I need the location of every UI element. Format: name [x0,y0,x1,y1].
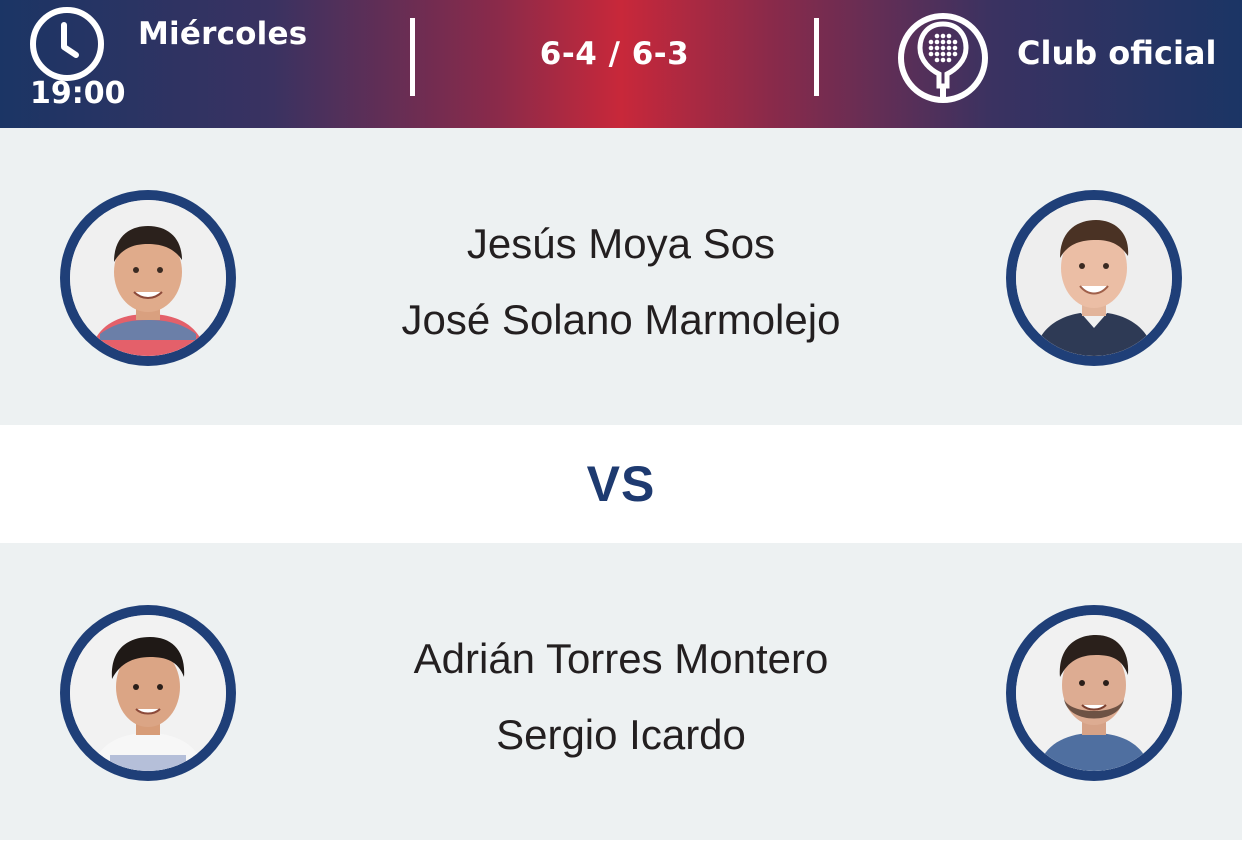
match-time: 19:00 [30,76,126,111]
team-1-row[interactable]: Jesús Moya Sos José Solano Marmolejo [0,128,1242,425]
match-score: 6-4 / 6-3 [539,36,690,72]
clock-icon [30,7,104,81]
club-label: Club oficial [1017,34,1217,72]
match-day: Miércoles [138,16,308,52]
match-header: Miércoles 19:00 6-4 / 6-3 Club oficial [0,0,1242,128]
player-photo-icon [1016,200,1172,356]
player-avatar-jose-solano[interactable] [1006,190,1182,366]
versus-label: VS [586,456,656,512]
header-divider-right [814,18,819,96]
padel-racket-icon [898,13,988,103]
versus-band: VS [0,425,1242,543]
team-2-row[interactable]: Adrián Torres Montero Sergio Icardo [0,543,1242,840]
player-avatar-sergio-icardo[interactable] [1006,605,1182,781]
player-photo-icon [1016,615,1172,771]
